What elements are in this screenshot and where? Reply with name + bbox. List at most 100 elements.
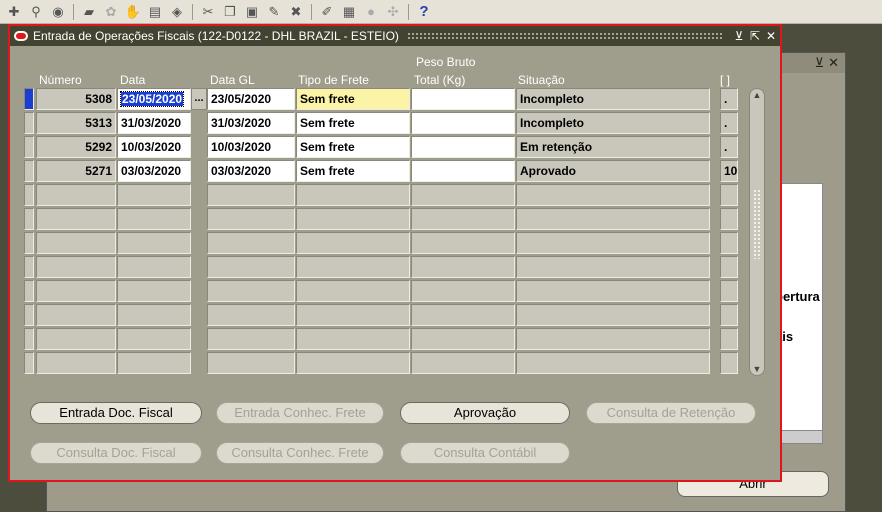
cell-data-gl[interactable] <box>207 256 295 278</box>
cell-data-gl[interactable] <box>207 184 295 206</box>
cell-peso[interactable] <box>411 280 515 302</box>
find-icon[interactable]: ⚲ <box>26 2 46 22</box>
aprovacao-button[interactable]: Aprovação <box>400 402 570 424</box>
consulta-contabil-button[interactable]: Consulta Contábil <box>400 442 570 464</box>
cell-data-gl[interactable] <box>207 328 295 350</box>
translations-icon[interactable]: ▦ <box>339 2 359 22</box>
cell-numero[interactable] <box>36 280 116 302</box>
zoom-icon[interactable]: ● <box>361 2 381 22</box>
cell-data[interactable]: 10/03/2020 <box>117 136 191 158</box>
cell-situacao[interactable] <box>516 352 710 374</box>
cell-folder[interactable] <box>720 280 738 302</box>
cell-peso[interactable] <box>411 88 515 110</box>
cell-numero[interactable] <box>36 328 116 350</box>
cell-data[interactable] <box>117 280 191 302</box>
cell-folder[interactable] <box>720 208 738 230</box>
cell-folder[interactable]: 10 <box>720 160 738 182</box>
cell-situacao[interactable] <box>516 232 710 254</box>
row-indicator[interactable] <box>24 280 34 302</box>
clear-icon[interactable]: ✿ <box>101 2 121 22</box>
cell-data-gl[interactable] <box>207 304 295 326</box>
row-indicator[interactable] <box>24 352 34 374</box>
paste-icon[interactable]: ▣ <box>242 2 262 22</box>
col-header-folder[interactable]: [ ] <box>720 73 730 87</box>
cell-peso[interactable] <box>411 208 515 230</box>
cell-data-gl[interactable] <box>207 352 295 374</box>
cell-data[interactable]: 23/05/2020 <box>117 88 191 110</box>
cell-data-gl[interactable] <box>207 232 295 254</box>
cell-peso[interactable] <box>411 328 515 350</box>
cell-peso[interactable] <box>411 304 515 326</box>
cell-data-gl[interactable]: 10/03/2020 <box>207 136 295 158</box>
cell-peso[interactable] <box>411 232 515 254</box>
cell-data[interactable] <box>117 352 191 374</box>
navigator-icon[interactable]: ◉ <box>48 2 68 22</box>
cell-tipo-frete[interactable] <box>296 304 410 326</box>
row-indicator[interactable] <box>24 112 34 134</box>
tools-icon[interactable]: ✣ <box>383 2 403 22</box>
cell-tipo-frete[interactable] <box>296 256 410 278</box>
cell-data[interactable] <box>117 304 191 326</box>
row-indicator[interactable] <box>24 160 34 182</box>
cell-situacao[interactable] <box>516 184 710 206</box>
attachments-icon[interactable]: ◈ <box>167 2 187 22</box>
cell-situacao[interactable] <box>516 280 710 302</box>
cell-data[interactable] <box>117 232 191 254</box>
cell-tipo-frete[interactable] <box>296 352 410 374</box>
print-icon[interactable]: ▤ <box>145 2 165 22</box>
cell-data-gl[interactable]: 23/05/2020 <box>207 88 295 110</box>
help-icon[interactable]: ? <box>414 2 434 22</box>
row-indicator[interactable] <box>24 256 34 278</box>
cell-situacao[interactable]: Aprovado <box>516 160 710 182</box>
cell-peso[interactable] <box>411 256 515 278</box>
cell-tipo-frete[interactable]: Sem frete <box>296 88 410 110</box>
consulta-conhec-frete-button[interactable]: Consulta Conhec. Frete <box>216 442 384 464</box>
row-indicator[interactable] <box>24 232 34 254</box>
cell-numero[interactable] <box>36 232 116 254</box>
row-indicator[interactable] <box>24 208 34 230</box>
entrada-doc-fiscal-button[interactable]: Entrada Doc. Fiscal <box>30 402 202 424</box>
cell-data-gl[interactable]: 31/03/2020 <box>207 112 295 134</box>
cell-tipo-frete[interactable] <box>296 280 410 302</box>
edit-field-icon[interactable]: ✎ <box>264 2 284 22</box>
row-indicator[interactable] <box>24 328 34 350</box>
cell-situacao[interactable]: Em retenção <box>516 136 710 158</box>
cell-peso[interactable] <box>411 160 515 182</box>
cell-situacao[interactable] <box>516 304 710 326</box>
cell-peso[interactable] <box>411 352 515 374</box>
cell-numero[interactable]: 5271 <box>36 160 116 182</box>
cell-data[interactable]: 31/03/2020 <box>117 112 191 134</box>
maximize-icon[interactable]: ⇱ <box>748 29 762 43</box>
cell-numero[interactable]: 5313 <box>36 112 116 134</box>
cell-tipo-frete[interactable] <box>296 208 410 230</box>
cell-situacao[interactable]: Incompleto <box>516 88 710 110</box>
minimize-icon[interactable]: ⊻ <box>732 29 746 43</box>
cell-numero[interactable] <box>36 352 116 374</box>
cell-folder[interactable]: . <box>720 136 738 158</box>
cell-situacao[interactable] <box>516 256 710 278</box>
cell-tipo-frete[interactable]: Sem frete <box>296 136 410 158</box>
cut-icon[interactable]: ✂ <box>198 2 218 22</box>
scroll-thumb[interactable] <box>753 189 761 259</box>
cell-numero[interactable] <box>36 184 116 206</box>
cell-situacao[interactable]: Incompleto <box>516 112 710 134</box>
transactions-icon[interactable]: ✋ <box>123 2 143 22</box>
cell-numero[interactable] <box>36 304 116 326</box>
cell-tipo-frete[interactable] <box>296 184 410 206</box>
lov-button[interactable]: ... <box>191 88 207 110</box>
cell-data[interactable] <box>117 256 191 278</box>
folder-icon[interactable]: ✐ <box>317 2 337 22</box>
row-indicator[interactable] <box>24 136 34 158</box>
cell-peso[interactable] <box>411 112 515 134</box>
copy-icon[interactable]: ❐ <box>220 2 240 22</box>
cell-folder[interactable] <box>720 184 738 206</box>
new-record-icon[interactable]: ✚ <box>4 2 24 22</box>
cell-data-gl[interactable] <box>207 208 295 230</box>
row-indicator[interactable] <box>24 184 34 206</box>
cell-peso[interactable] <box>411 184 515 206</box>
cell-peso[interactable] <box>411 136 515 158</box>
cell-numero[interactable]: 5308 <box>36 88 116 110</box>
background-window-controls[interactable]: ⊻✕ <box>815 55 843 71</box>
cell-data[interactable] <box>117 328 191 350</box>
cell-folder[interactable] <box>720 232 738 254</box>
